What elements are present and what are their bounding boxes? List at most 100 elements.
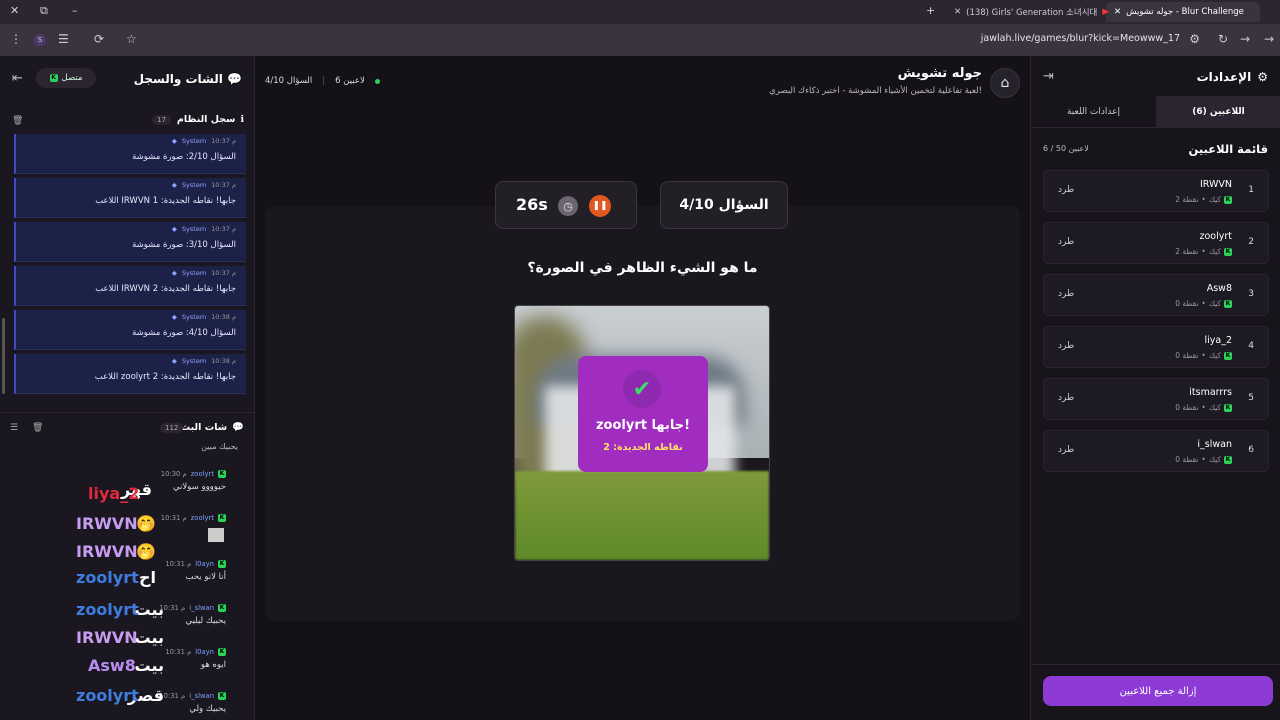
divider xyxy=(1031,664,1280,665)
players-count: 6 / 50 لاعبين xyxy=(1043,144,1089,153)
kick-player-button[interactable]: طرد xyxy=(1058,393,1074,403)
chat-message: 10:31 م l0ayn K ايوه هو بيت Asw8 xyxy=(88,648,226,675)
bookmark-star-icon[interactable]: ☆ xyxy=(126,32,137,46)
screenshot-icon[interactable]: ⟳ xyxy=(94,32,104,46)
extensions-icon[interactable]: ☰ xyxy=(58,32,69,46)
kick-icon: K xyxy=(218,560,226,568)
new-tab-icon[interactable]: + xyxy=(926,4,935,17)
url-text[interactable]: jawlah.live/games/blur?kick=Meowww_17 xyxy=(981,33,1180,44)
close-tab-icon[interactable]: ✕ xyxy=(1114,7,1121,17)
home-button[interactable]: ⌂ xyxy=(990,68,1020,98)
system-log-scrollbar[interactable] xyxy=(2,318,5,394)
system-log-header[interactable]: سجل النظام ℹ xyxy=(177,114,244,125)
settings-tabs: إعدادات اللعبة اللاعبين (6) xyxy=(1031,96,1280,128)
chat-bubble-icon: 💬 xyxy=(232,422,244,433)
browser-tabbar: ✕ ⧉ – ✕ جوله تشويش - Blur Challenge ✕ (1… xyxy=(0,0,1280,24)
kick-icon: K xyxy=(218,514,226,522)
forward-icon[interactable]: → xyxy=(1240,32,1250,46)
system-message: ◆ System 10:37 م اللاعب IRWVN جابها! نقاطه… xyxy=(14,266,246,306)
youtube-icon: ▶ xyxy=(1102,7,1109,17)
kick-icon: K xyxy=(1224,351,1232,360)
profile-avatar[interactable]: S xyxy=(34,34,46,46)
system-message: ◆ System 10:37 م السؤال 3/10: صورة مشوشة xyxy=(14,222,246,262)
address-bar: ⋮ S ☰ ⟳ ☆ jawlah.live/games/blur?kick=Me… xyxy=(0,24,1280,56)
kick-icon: K xyxy=(1224,195,1232,204)
chat-message: 10:31 م zoolyrt K 🤭 IRWVN xyxy=(10,514,240,542)
question-counter: السؤال 4/10 xyxy=(660,181,788,229)
player-row: 1 IRWVN 2 نقطة • كيك K طرد xyxy=(1043,170,1269,212)
remove-all-players-button[interactable]: إزالة جميع اللاعبين xyxy=(1043,676,1273,706)
check-icon: ✔ xyxy=(623,370,661,408)
player-row: 5 itsmarrrs 0 نقطة • كيك K طرد xyxy=(1043,378,1269,420)
kick-player-button[interactable]: طرد xyxy=(1058,341,1074,351)
kick-player-button[interactable]: طرد xyxy=(1058,185,1074,195)
chat-panel-title: الشات والسجل 💬 xyxy=(133,72,242,86)
winner-points: نقاطه الجديدة: 2 xyxy=(603,442,683,453)
player-row: 3 Asw8 0 نقطة • كيك K طرد xyxy=(1043,274,1269,316)
kick-icon: K xyxy=(1224,455,1232,464)
system-message: ◆ System 10:37 م السؤال 2/10: صورة مشوشة xyxy=(14,134,246,174)
shield-icon: ◆ xyxy=(171,137,177,145)
game-subtitle: لعبة تفاعلية لتخمين الأشياء المشوشة - اخ… xyxy=(769,86,982,96)
player-row: 2 zoolyrt 2 نقطة • كيك K طرد xyxy=(1043,222,1269,264)
settings-title: الإعدادات ⚙ xyxy=(1196,70,1268,84)
home-icon: ⌂ xyxy=(1000,75,1010,91)
players-list-title: قائمة اللاعبين xyxy=(1188,142,1268,156)
chat-message: 10:31 م l0ayn K أنا لانو يحب اح zoolyrt xyxy=(76,560,226,587)
timer-value: 26s xyxy=(516,195,548,214)
shield-icon: ◆ xyxy=(171,225,177,233)
system-message: ◆ System 10:38 م اللاعب zoolyrt جابها! نقا… xyxy=(14,354,246,394)
live-chat-header[interactable]: شات البث 💬 xyxy=(181,422,244,433)
game-area: ⌂ جوله تشويش لعبة تفاعلية لتخمين الأشياء… xyxy=(255,56,1030,720)
menu-dots-icon[interactable]: ⋮ xyxy=(10,32,22,46)
tab-players[interactable]: اللاعبين (6) xyxy=(1156,96,1280,127)
tab-game-settings[interactable]: إعدادات اللعبة xyxy=(1031,96,1156,127)
sticker-image xyxy=(208,528,224,542)
timer-box: 26s ◷ ❚❚ xyxy=(495,181,637,229)
chat-message: 10:30 م zoolyrt K حيوووو سولاني قهر liya_2 xyxy=(88,470,226,503)
shield-icon: ◆ xyxy=(171,181,177,189)
kick-player-button[interactable]: طرد xyxy=(1058,445,1074,455)
clock-icon: ◷ xyxy=(558,196,578,216)
shield-icon: ◆ xyxy=(171,269,177,277)
correct-answer-popup: ✔ zoolyrt جابها! نقاطه الجديدة: 2 xyxy=(578,356,708,472)
close-window-icon[interactable]: ✕ xyxy=(10,4,19,17)
kick-icon: K xyxy=(1224,403,1232,412)
connection-status-badge: K متصل xyxy=(36,68,96,88)
kick-player-button[interactable]: طرد xyxy=(1058,237,1074,247)
site-settings-icon[interactable]: ⚙ xyxy=(1189,32,1200,46)
filter-icon[interactable]: ☰ xyxy=(10,423,18,433)
kick-icon: K xyxy=(218,604,226,612)
kick-icon: K xyxy=(1224,299,1232,308)
kick-icon: K xyxy=(1224,247,1232,256)
question-text: ما هو الشيء الظاهر في الصورة؟ xyxy=(527,260,758,276)
tab-blur-challenge[interactable]: ✕ جوله تشويش - Blur Challenge xyxy=(1106,2,1260,22)
pause-button[interactable]: ❚❚ xyxy=(589,195,611,217)
kick-icon: K xyxy=(218,470,226,478)
system-message: ◆ System 10:37 م اللاعب IRWVN جابها! نقاطه… xyxy=(14,178,246,218)
collapse-panel-icon[interactable]: ⇤ xyxy=(12,71,23,86)
blurred-image: ✔ zoolyrt جابها! نقاطه الجديدة: 2 xyxy=(514,305,770,561)
kick-player-button[interactable]: طرد xyxy=(1058,289,1074,299)
shield-icon: ◆ xyxy=(171,357,177,365)
restore-window-icon[interactable]: ⧉ xyxy=(40,4,48,18)
back-icon[interactable]: → xyxy=(1264,32,1274,46)
trash-icon[interactable]: 🗑 xyxy=(32,423,43,433)
kick-icon: K xyxy=(49,74,58,82)
trash-icon[interactable]: 🗑 xyxy=(12,116,23,126)
player-row: 6 i_slwan 0 نقطة • كيك K طرد xyxy=(1043,430,1269,472)
close-tab-icon[interactable]: ✕ xyxy=(954,7,961,17)
live-chat-count: 112 xyxy=(160,423,184,433)
chat-message-partial: يحبيك مبين xyxy=(201,442,238,451)
reload-icon[interactable]: ↻ xyxy=(1218,32,1228,46)
chat-panel: ⇤ K متصل الشات والسجل 💬 سجل النظام ℹ 17 🗑… xyxy=(0,56,255,720)
minimize-window-icon[interactable]: – xyxy=(72,4,78,17)
online-dot-icon xyxy=(374,78,380,84)
game-status-bar: السؤال 4/10 | 6 لاعبين xyxy=(265,76,380,86)
divider xyxy=(0,412,254,413)
collapse-panel-icon[interactable]: ⇥ xyxy=(1043,69,1054,84)
info-icon: ℹ xyxy=(240,114,244,125)
settings-panel: ⇥ الإعدادات ⚙ إعدادات اللعبة اللاعبين (6)… xyxy=(1030,56,1280,720)
winner-text: zoolyrt جابها! xyxy=(595,418,691,433)
tab-youtube[interactable]: ✕ (138) Girls' Generation 소녀시대 ▶ xyxy=(946,2,1109,22)
